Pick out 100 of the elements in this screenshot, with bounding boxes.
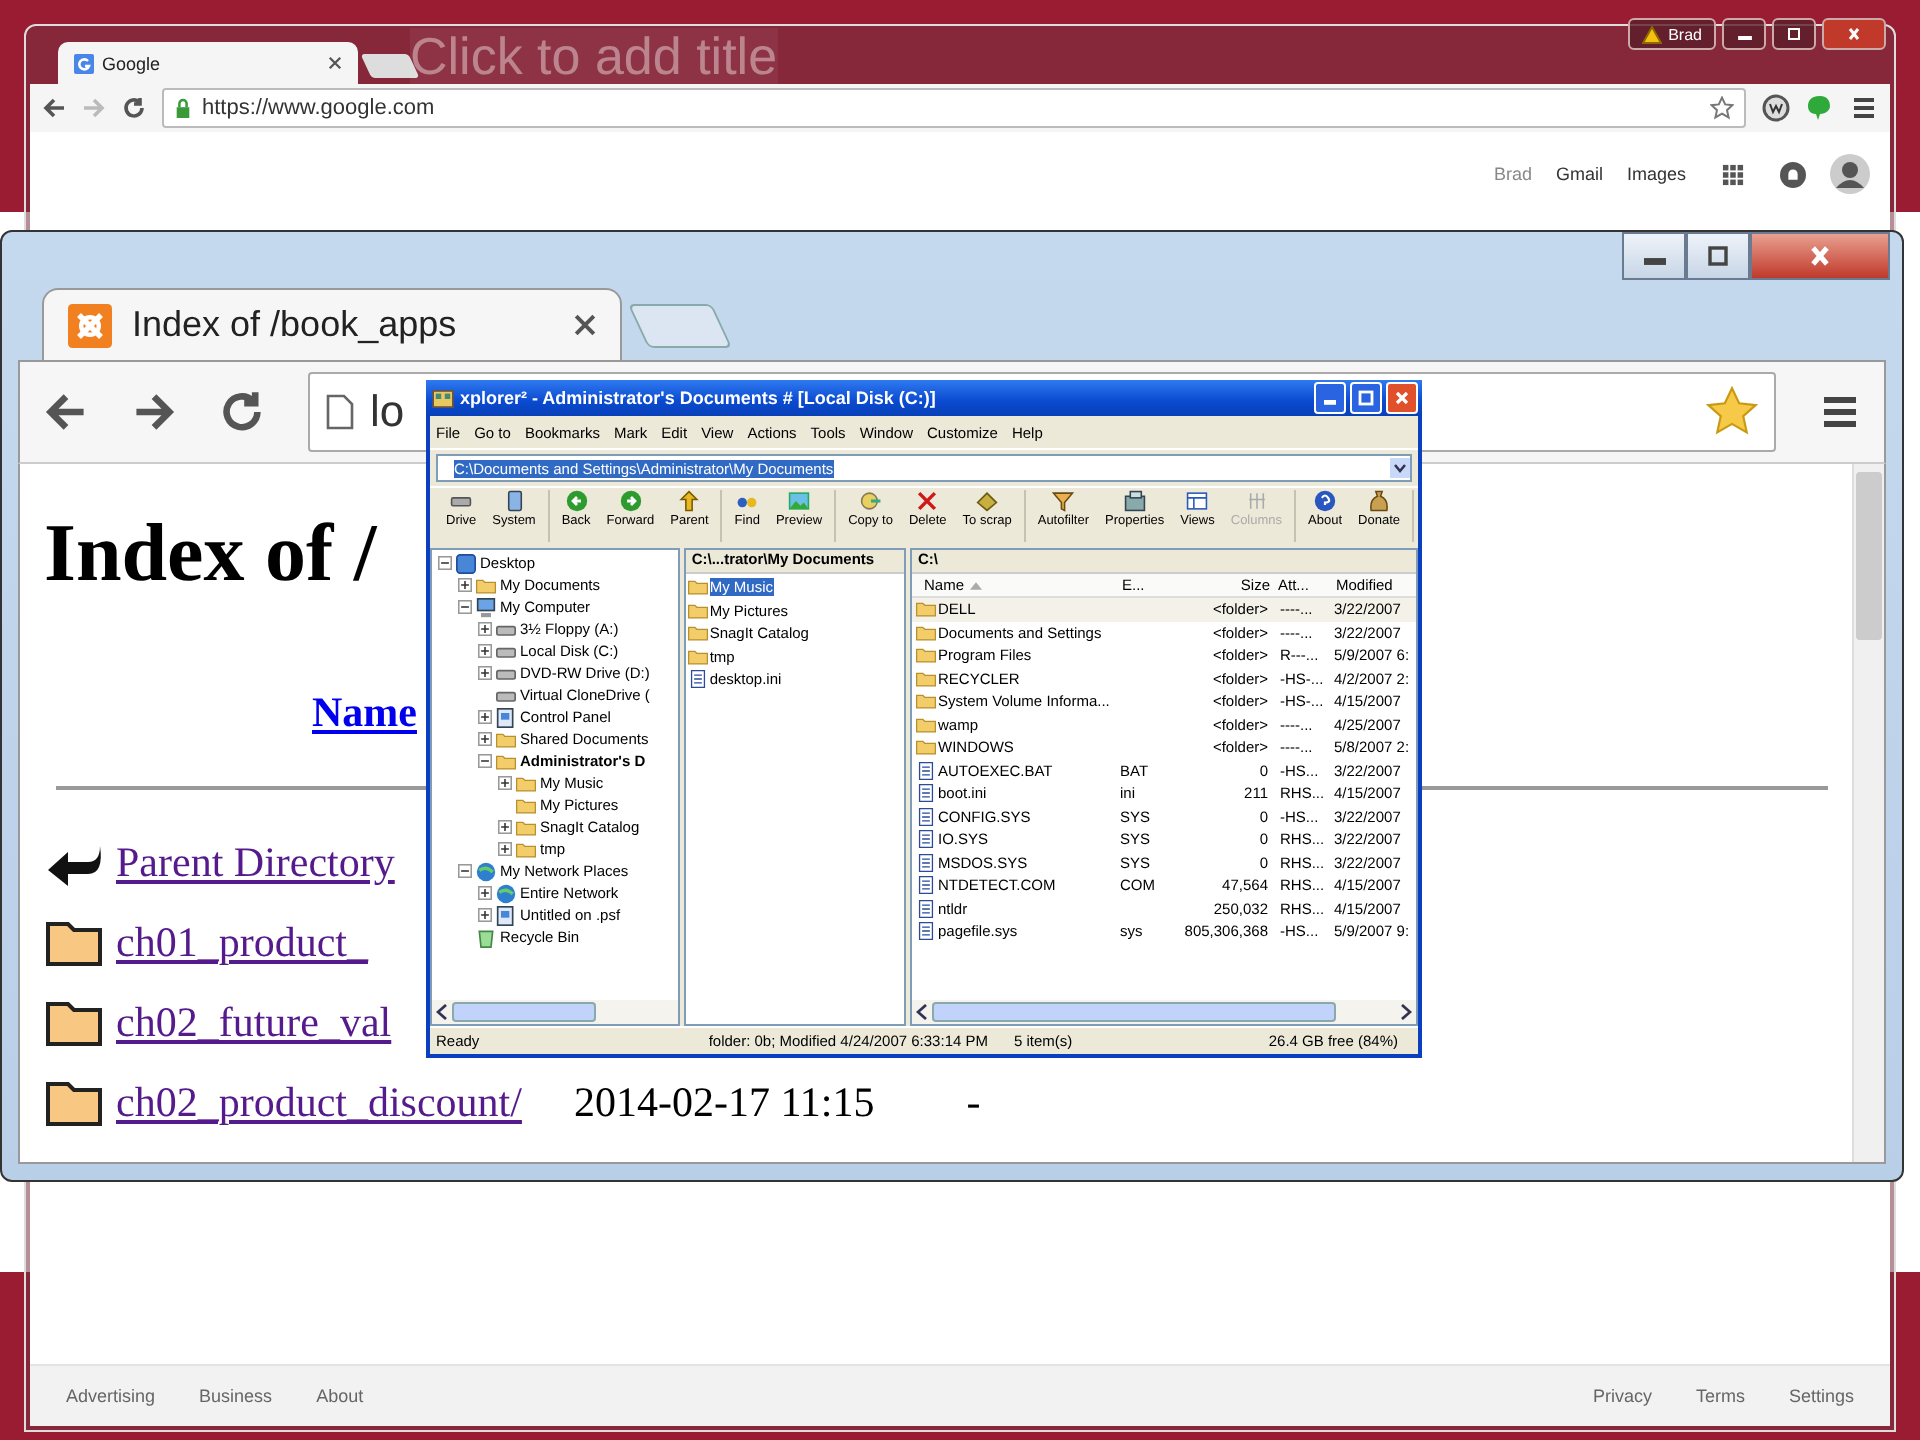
w-badge-icon[interactable] [1762, 94, 1790, 122]
file-icon [916, 899, 936, 918]
minimize-button[interactable] [1622, 232, 1686, 280]
folder-icon [687, 578, 708, 597]
collapse-toggle-icon[interactable] [458, 600, 472, 614]
minimize-icon [1324, 400, 1336, 406]
maximize-button[interactable] [1772, 18, 1816, 50]
file-icon [916, 807, 936, 826]
panel-icon [496, 905, 516, 925]
menu-icon[interactable] [1820, 392, 1860, 432]
browser-tab[interactable]: Google [58, 42, 358, 84]
globe-icon [496, 883, 516, 903]
expand-toggle-icon[interactable] [478, 644, 492, 658]
expand-toggle-icon[interactable] [498, 776, 512, 790]
panel-icon [496, 707, 516, 727]
file-icon [916, 761, 936, 780]
page-icon [326, 394, 354, 430]
footer-link[interactable]: Settings [1788, 1386, 1854, 1406]
maximize-icon [1356, 388, 1376, 408]
reload-icon[interactable] [220, 390, 264, 434]
footer-link[interactable]: About [316, 1386, 364, 1406]
expand-toggle-icon[interactable] [478, 666, 492, 680]
directory-link[interactable]: ch02_future_val [116, 997, 392, 1047]
scroll-right-icon[interactable] [1400, 1004, 1412, 1020]
close-button[interactable] [1750, 232, 1890, 280]
app-icon [432, 389, 454, 407]
scroll-left-icon[interactable] [916, 1004, 928, 1020]
header-link[interactable]: Gmail [1555, 164, 1603, 184]
footer-link[interactable]: Business [199, 1386, 273, 1406]
folder-icon [687, 624, 708, 643]
scrollbar[interactable] [1852, 464, 1884, 1162]
header-link[interactable]: Images [1626, 164, 1686, 184]
window-title: xplorer² - Administrator's Documents # [Local Disk (C:)] [460, 388, 938, 408]
bin-icon [476, 927, 496, 947]
page-heading: Index of / [44, 504, 377, 600]
bag-icon [1368, 490, 1391, 512]
size-value: - [966, 1077, 981, 1127]
delete-icon [916, 490, 939, 512]
footer-link[interactable]: Privacy [1592, 1386, 1652, 1406]
scroll-left-icon[interactable] [436, 1004, 448, 1020]
expand-toggle-icon[interactable] [478, 908, 492, 922]
minimize-icon [1737, 35, 1751, 41]
footer-link[interactable]: Terms [1695, 1386, 1745, 1406]
file-icon [916, 830, 936, 849]
globe-icon [476, 861, 496, 881]
maximize-icon [1784, 26, 1804, 42]
expand-toggle-icon[interactable] [478, 732, 492, 746]
expand-toggle-icon[interactable] [498, 820, 512, 834]
browser-tab[interactable]: Index of /book_apps [42, 288, 622, 360]
expand-toggle-icon[interactable] [498, 842, 512, 856]
scrollbar[interactable] [432, 1000, 678, 1024]
filter-icon [1052, 490, 1075, 512]
star-icon[interactable] [1706, 386, 1758, 438]
folder-icon [687, 647, 708, 666]
dropdown-icon[interactable] [1390, 458, 1410, 478]
close-icon[interactable] [574, 314, 596, 336]
expand-toggle-icon[interactable] [478, 622, 492, 636]
column-heading-link[interactable]: Name [312, 688, 417, 738]
modified-date: 2014-02-17 11:15 [573, 1077, 875, 1127]
views-icon [1186, 490, 1209, 512]
minimize-button[interactable] [1722, 18, 1766, 50]
avatar-icon[interactable] [1830, 154, 1870, 194]
expand-toggle-icon[interactable] [478, 886, 492, 900]
file-icon [916, 853, 936, 872]
menu-icon[interactable] [1850, 94, 1878, 122]
computer-icon [476, 597, 496, 617]
back-icon[interactable] [42, 96, 66, 120]
star-icon[interactable] [1710, 96, 1734, 120]
address-bar[interactable]: https://www.google.com [162, 88, 1746, 128]
profile-badge[interactable]: Brad [1628, 18, 1716, 50]
minimize-icon [1643, 258, 1665, 266]
computer-icon [503, 490, 525, 512]
forward-icon[interactable] [132, 390, 176, 434]
close-button[interactable] [1822, 18, 1886, 50]
desktop-icon [456, 553, 476, 573]
file-icon [916, 876, 936, 895]
footer-link[interactable]: Advertising [66, 1386, 156, 1406]
apps-grid-icon[interactable] [1722, 163, 1744, 185]
collapse-toggle-icon[interactable] [458, 864, 472, 878]
sort-arrow-icon [970, 581, 983, 589]
notification-icon[interactable] [1780, 161, 1806, 187]
collapse-toggle-icon[interactable] [478, 754, 492, 768]
scrollbar[interactable] [912, 1000, 1416, 1024]
maximize-button[interactable] [1686, 232, 1750, 280]
close-icon[interactable] [328, 56, 342, 70]
header-link[interactable]: Brad [1493, 164, 1532, 184]
app-logo-icon [68, 303, 112, 347]
back-icon[interactable] [44, 390, 88, 434]
file-icon [916, 922, 936, 941]
directory-link[interactable]: ch01_product_ [116, 917, 368, 967]
up-arrow-icon [678, 490, 701, 512]
close-icon [1844, 26, 1864, 42]
directory-link[interactable]: Parent Directory [116, 837, 395, 887]
expand-toggle-icon[interactable] [458, 578, 472, 592]
close-icon [1392, 388, 1412, 408]
reload-icon[interactable] [122, 96, 146, 120]
collapse-toggle-icon[interactable] [438, 556, 452, 570]
directory-link[interactable]: ch02_product_discount/ [116, 1077, 522, 1127]
expand-toggle-icon[interactable] [478, 710, 492, 724]
picture-icon [788, 490, 811, 512]
